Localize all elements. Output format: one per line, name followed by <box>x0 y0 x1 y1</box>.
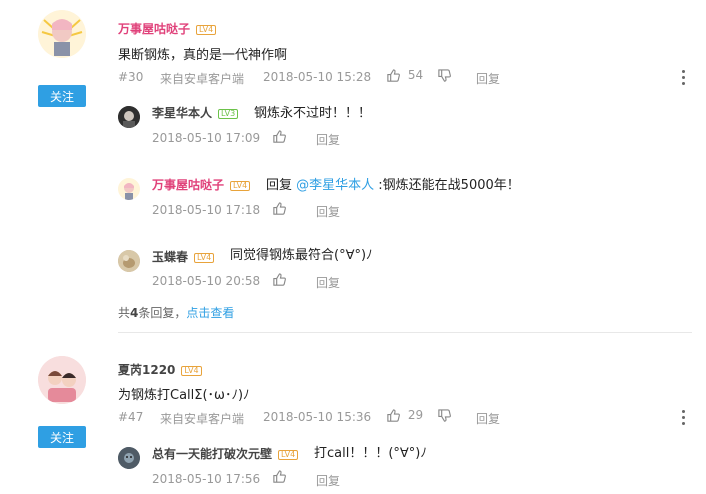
reply-button[interactable]: 回复 <box>316 472 340 489</box>
avatar[interactable] <box>118 447 140 469</box>
level-badge: LV3 <box>218 108 239 119</box>
more-vertical-icon[interactable] <box>682 70 686 85</box>
reply-username[interactable]: 万事屋咕哒子 LV4 <box>152 176 251 193</box>
source-text: 来自安卓客户端 <box>160 412 245 426</box>
comment-username[interactable]: 夏芮1220 LV4 <box>118 361 202 378</box>
reply-text: 打call！！！(°∀°)ﾉ <box>314 446 427 461</box>
reply-button[interactable]: 回复 <box>316 274 340 291</box>
source-text: 来自安卓客户端 <box>160 72 245 86</box>
comment-username[interactable]: 万事屋咕哒子 LV4 <box>118 20 217 37</box>
divider <box>118 332 692 333</box>
thumbs-up-icon <box>387 69 400 82</box>
like-button[interactable]: 54 <box>386 68 423 83</box>
level-badge: LV4 <box>196 24 217 35</box>
comment-text: 为钢炼打CallΣ(･ω･ﾉ)ﾉ <box>118 388 250 403</box>
thumbs-up-icon <box>273 273 286 286</box>
dislike-button[interactable] <box>437 408 452 423</box>
floor-number: #30 <box>118 70 144 84</box>
like-count: 54 <box>407 68 424 82</box>
reply-username[interactable]: 李星华本人 LV3 <box>152 104 239 121</box>
reply-text: 同觉得钢炼最符合(°∀°)ﾉ <box>230 248 373 263</box>
reply-button[interactable]: 回复 <box>476 410 500 427</box>
dislike-button[interactable] <box>437 68 452 83</box>
username-text[interactable]: 万事屋咕哒子 <box>118 22 190 36</box>
like-button[interactable] <box>272 201 287 216</box>
follow-button[interactable]: 关注 <box>38 426 86 448</box>
level-badge: LV4 <box>230 180 251 191</box>
comment-meta: #30 <box>118 70 143 84</box>
thumbs-up-icon <box>273 202 286 215</box>
thumbs-down-icon <box>438 69 451 82</box>
thumbs-up-icon <box>273 130 286 143</box>
more-vertical-icon[interactable] <box>682 410 686 425</box>
like-button[interactable] <box>272 469 287 484</box>
avatar[interactable] <box>38 10 86 58</box>
timestamp: 2018-05-10 15:36 <box>263 410 372 424</box>
thumbs-up-icon <box>387 409 400 422</box>
timestamp: 2018-05-10 17:09 <box>152 131 261 145</box>
reply-summary: 共4条回复，点击查看 <box>118 306 235 320</box>
avatar[interactable] <box>118 106 140 128</box>
reply-button[interactable]: 回复 <box>476 70 500 87</box>
level-badge: LV4 <box>194 252 215 263</box>
timestamp: 2018-05-10 15:28 <box>263 70 372 84</box>
comment-text: 果断钢炼，真的是一代神作啊 <box>118 48 288 63</box>
level-badge: LV4 <box>181 365 202 376</box>
level-badge: LV4 <box>278 449 299 460</box>
view-more-link[interactable]: 点击查看 <box>186 306 234 320</box>
like-button[interactable] <box>272 272 287 287</box>
timestamp: 2018-05-10 20:58 <box>152 274 261 288</box>
reply-username[interactable]: 总有一天能打破次元壁 LV4 <box>152 445 299 462</box>
timestamp: 2018-05-10 17:18 <box>152 203 261 217</box>
follow-button[interactable]: 关注 <box>38 85 86 107</box>
thumbs-up-icon <box>273 470 286 483</box>
reply-button[interactable]: 回复 <box>316 203 340 220</box>
avatar[interactable] <box>118 250 140 272</box>
mention-link[interactable]: @李星华本人 <box>296 178 374 193</box>
like-count: 29 <box>407 408 424 422</box>
like-button[interactable] <box>272 129 287 144</box>
like-button[interactable]: 29 <box>386 408 423 423</box>
reply-text: 钢炼永不过时！！！ <box>254 106 372 121</box>
avatar[interactable] <box>38 356 86 404</box>
thumbs-down-icon <box>438 409 451 422</box>
reply-username[interactable]: 玉蝶春 LV4 <box>152 248 215 265</box>
timestamp: 2018-05-10 17:56 <box>152 472 261 486</box>
username-text[interactable]: 夏芮1220 <box>118 363 175 377</box>
reply-button[interactable]: 回复 <box>316 131 340 148</box>
reply-text: 回复 @李星华本人 :钢炼还能在战5000年！ <box>266 178 520 193</box>
avatar[interactable] <box>118 178 140 200</box>
floor-number: #47 <box>118 410 144 424</box>
